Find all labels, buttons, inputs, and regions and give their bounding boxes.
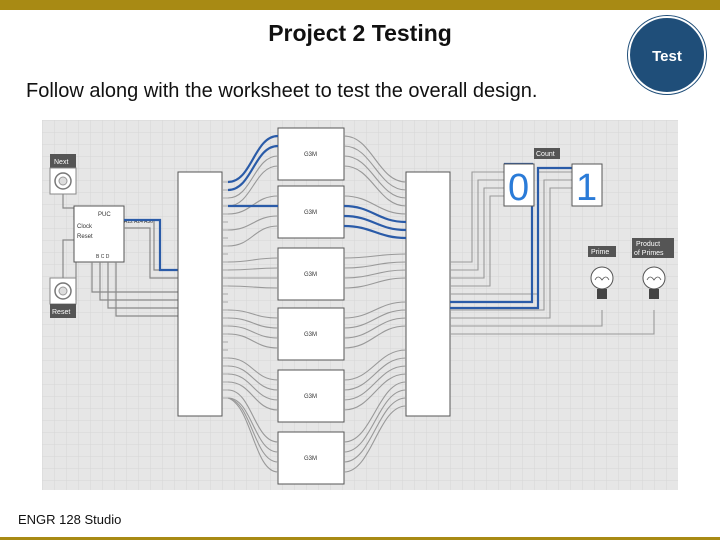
decoder-label-3: G3M [304,272,317,278]
display-tens-digit: 0 [508,167,529,209]
decoder-chip-5[interactable]: G3M [277,369,345,423]
test-badge: Test [628,16,706,94]
prime-label: Prime [591,249,609,256]
decoder-chip-3[interactable]: G3M [277,247,345,301]
product-label-line1: Product [636,241,660,248]
seven-segment-display-tens: 0 [503,163,535,209]
reset-button[interactable]: Reset [49,277,77,318]
reset-label: Reset [52,309,70,316]
next-button[interactable]: Next [49,154,77,195]
decoder-label-1: G3M [304,152,317,158]
right-combiner-chip[interactable] [405,171,451,417]
slide-title: Project 2 Testing [268,20,452,46]
seven-segment-display-ones: 1 [571,163,603,209]
footer-course-name: ENGR 128 Studio [18,512,122,527]
pulse-pins-label: B C D [96,254,110,260]
decoder-label-2: G3M [304,210,317,216]
left-decoder-chip[interactable] [177,171,223,417]
count-label: Count [536,151,555,158]
decoder-label-6: G3M [304,456,317,462]
display-ones-digit: 1 [576,167,597,209]
decoder-chip-6[interactable]: G3M [277,431,345,485]
clock-pin-label: Clock [77,224,93,230]
decoder-chip-4[interactable]: G3M [277,307,345,361]
top-accent-bar [0,0,720,10]
decoder-chip-1[interactable]: G3M [277,127,345,181]
circuit-simulator-canvas[interactable]: Next Reset PUC Clock Reset A12 A24 A36 B… [42,120,678,490]
slide-subtitle: Follow along with the worksheet to test … [26,80,538,102]
decoder-chip-2[interactable]: G3M [277,185,345,239]
decoder-label-4: G3M [304,332,317,338]
reset-pin-label: Reset [77,234,93,240]
decoder-label-5: G3M [304,394,317,400]
pulse-counter-label: PUC [98,212,111,218]
product-label-line2: of Primes [634,250,664,257]
next-label: Next [54,159,68,166]
